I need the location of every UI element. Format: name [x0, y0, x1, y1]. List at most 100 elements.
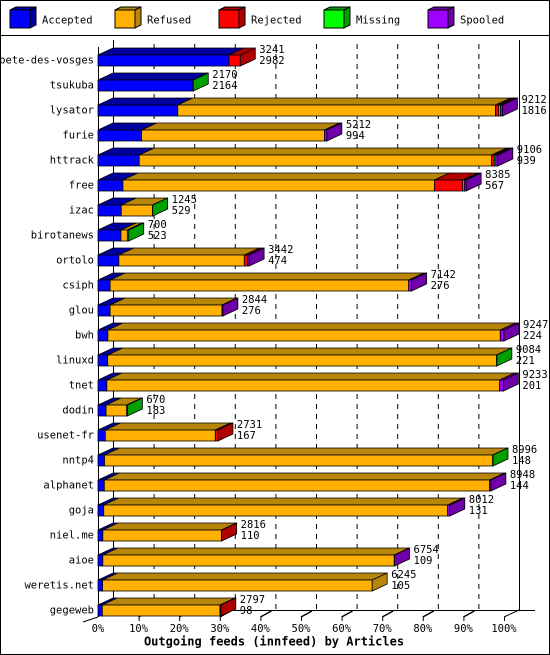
bar-segment-top-refused — [105, 422, 231, 431]
x-tick-label: 50% — [292, 623, 312, 635]
x-tick-label: 60% — [332, 623, 352, 635]
bar-segment-top-refused — [102, 547, 410, 556]
bar-segment-top-accepted — [97, 72, 209, 81]
bar-segment-top-refused — [109, 297, 238, 306]
bar-segment-refused — [109, 304, 223, 317]
category-label: goja — [69, 505, 94, 517]
bar-segment-top-accepted — [97, 47, 245, 56]
bar-segment-accepted — [97, 554, 104, 567]
legend-swatch-spooled — [427, 9, 449, 29]
category-label: free — [69, 180, 94, 192]
legend-swatch-side — [238, 6, 246, 29]
bar-segment-refused — [102, 529, 222, 542]
bar-segment-top-refused — [139, 147, 507, 156]
category-label: lysator — [50, 105, 94, 117]
x-axis-title: Outgoing feeds (innfeed) by Articles — [144, 635, 404, 649]
bar-segment-accepted — [97, 604, 103, 617]
bar-segment-top-refused — [106, 372, 515, 381]
accepted-label: 276 — [242, 305, 261, 317]
category-label: aioe — [69, 555, 94, 567]
x-tick-label: 80% — [413, 623, 433, 635]
legend-swatch-side — [447, 6, 455, 29]
legend-label: Missing — [356, 15, 400, 27]
bar-segment-top-refused — [102, 522, 237, 531]
bar-segment-top-refused — [102, 597, 236, 606]
category-label: furie — [62, 130, 94, 142]
bar-segment-top-refused — [122, 172, 450, 181]
legend-swatch-missing — [323, 9, 345, 29]
bar-httrack — [97, 147, 514, 167]
category-label: dodin — [62, 405, 94, 417]
bar-segment-refused — [104, 429, 216, 442]
accepted-label: 148 — [512, 455, 531, 467]
bar-segment-accepted — [97, 254, 120, 267]
bar-segment-top-refused — [103, 497, 463, 506]
accepted-label: 201 — [522, 380, 541, 392]
bar-segment-accepted — [97, 179, 124, 192]
bar-segment-accepted — [97, 79, 194, 92]
bar-segment-refused — [118, 254, 245, 267]
accepted-label: 144 — [510, 480, 529, 492]
bar-segment-accepted — [97, 54, 230, 67]
category-label: nntp4 — [62, 455, 94, 467]
bar-segment-accepted — [97, 204, 122, 217]
x-tick-label: 10% — [129, 623, 149, 635]
bar-segment-accepted — [97, 329, 109, 342]
bar-izac — [97, 197, 169, 217]
legend-swatch-side — [29, 6, 37, 29]
bar-segment-accepted — [97, 479, 105, 492]
legend-swatch-side — [343, 6, 351, 29]
accepted-label: 276 — [431, 280, 450, 292]
bar-segment-rejected — [434, 179, 464, 192]
category-label: weretis.net — [24, 580, 94, 592]
category-label: birotanews — [31, 230, 94, 242]
bar-furie — [97, 122, 343, 142]
accepted-label: 2164 — [212, 80, 237, 92]
bar-segment-refused — [103, 479, 491, 492]
bar-segment-top-refused — [109, 272, 424, 281]
bar-segment-accepted — [97, 404, 107, 417]
bar-segment-rejected — [228, 54, 241, 67]
accepted-label: 105 — [391, 580, 410, 592]
bar-segment-accepted — [97, 129, 143, 142]
bar-segment-accepted — [97, 504, 105, 517]
legend-swatch-side — [134, 6, 142, 29]
category-label: glou — [69, 305, 94, 317]
bar-segment-top-accepted — [97, 97, 193, 106]
accepted-label: 110 — [241, 530, 260, 542]
bar-niel.me — [97, 522, 238, 542]
category-label: csiph — [62, 280, 94, 292]
bar-segment-accepted — [97, 529, 104, 542]
bar-tsukuba — [97, 72, 209, 92]
category-label: ortolo — [56, 255, 94, 267]
bar-segment-top-refused — [104, 447, 508, 456]
bar-segment-top-refused — [107, 347, 512, 356]
accepted-label: 109 — [414, 555, 433, 567]
category-label: tsukuba — [50, 80, 94, 92]
accepted-label: 567 — [485, 180, 504, 192]
bar-linuxd — [97, 347, 513, 367]
bar-segment-rejected — [495, 104, 499, 117]
bar-segment-rejected — [243, 254, 249, 267]
bar-segment-accepted — [97, 354, 109, 367]
bar-segment-refused — [109, 279, 410, 292]
legend-label: Rejected — [251, 15, 302, 27]
bar-lysator — [97, 97, 518, 117]
x-tick-label: 70% — [373, 623, 393, 635]
bar-goja — [97, 497, 466, 517]
bar-alphanet — [97, 472, 507, 492]
bar-free — [97, 172, 482, 192]
bar-segment-refused — [107, 329, 501, 342]
category-label: httrack — [50, 155, 95, 167]
category-label: bete-des-vosges — [0, 55, 94, 67]
accepted-label: 131 — [469, 505, 488, 517]
bar-segment-refused — [102, 579, 373, 592]
bar-segment-spooled — [499, 329, 505, 342]
bar-segment-top-refused — [107, 322, 516, 331]
bar-segment-accepted — [97, 379, 108, 392]
bar-segment-refused — [102, 554, 395, 567]
bar-segment-refused — [120, 229, 128, 242]
legend-swatch-rejected — [218, 9, 240, 29]
x-tick-label: 30% — [210, 623, 230, 635]
accepted-label: 994 — [346, 130, 365, 142]
